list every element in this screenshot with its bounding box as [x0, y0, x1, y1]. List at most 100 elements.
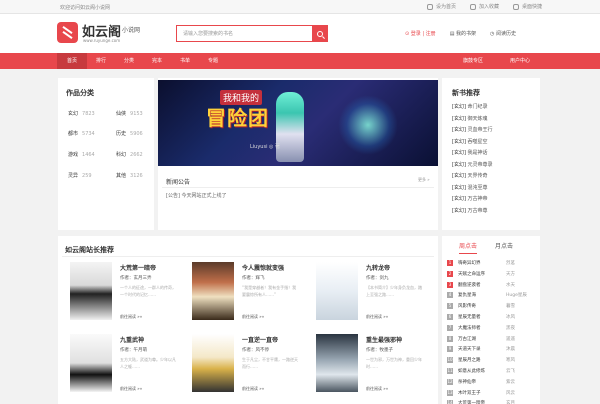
rank-book-name: 大荒第一暗帝 — [458, 401, 485, 404]
logo-icon[interactable] — [57, 22, 78, 43]
rank-book-name: 大魔法师者 — [458, 325, 481, 331]
news-more-link[interactable]: 更多 » — [418, 177, 430, 183]
new-book-item[interactable]: [玄幻] 灵血帝王行 — [452, 126, 493, 133]
book-cover-image[interactable] — [70, 262, 112, 320]
rank-author: 冰风 — [506, 315, 515, 320]
new-book-item[interactable]: [玄幻] 万古神帝 — [452, 195, 488, 202]
nav-finished[interactable]: 完本 — [143, 53, 171, 69]
featured-banner[interactable]: 我和我的 冒险团 Liuyusi ◎ 著 — [158, 80, 438, 166]
new-book-item[interactable]: [玄幻] 吞噬星空 — [452, 138, 488, 145]
nav-home[interactable]: 首页 — [57, 53, 87, 69]
book-title[interactable]: 今人震惊就变强 — [242, 263, 284, 272]
rank-book-name: 天赋之命运序 — [458, 271, 485, 277]
book-cover-image[interactable] — [192, 334, 234, 392]
book-cover-image[interactable] — [316, 334, 358, 392]
category-item[interactable]: 仙侠 9153 — [116, 110, 143, 117]
logo-subtitle: 小说网 — [122, 27, 141, 34]
rank-author: 暮雪 — [506, 304, 515, 310]
rank-author: 黑夜 — [506, 325, 515, 331]
category-item[interactable]: 玄幻 7823 — [68, 110, 95, 117]
read-button[interactable]: 前往阅读 »» — [366, 314, 388, 320]
book-cover-image[interactable] — [316, 262, 358, 320]
divider — [62, 256, 434, 257]
rank-author: 云飞 — [506, 369, 515, 374]
set-home-link[interactable]: 设为首页 — [426, 3, 456, 10]
new-book-item[interactable]: [玄幻] 我是神话 — [452, 149, 488, 156]
new-book-item[interactable]: [玄幻] 元灵帝尊录 — [452, 161, 493, 168]
tab-monthly-clicks[interactable]: 月点击 — [495, 240, 513, 254]
rank-badge: 8 — [447, 335, 453, 342]
book-title[interactable]: 九转龙帝 — [366, 263, 390, 272]
welcome-text: 欢迎访问如云阁小说网 — [60, 5, 111, 11]
read-button[interactable]: 前往阅读 »» — [120, 386, 142, 392]
new-book-item[interactable]: [玄幻] 天界传奇 — [452, 172, 488, 179]
banner-character-image — [276, 92, 304, 162]
category-item[interactable]: 科幻 2662 — [116, 151, 143, 158]
nav-ranking[interactable]: 排行 — [87, 53, 115, 69]
rank-book-name: 星辰无量者 — [458, 315, 481, 320]
nav-booklist[interactable]: 书单 — [171, 53, 199, 69]
rank-book-name: 万古江湖 — [458, 336, 476, 342]
book-description: 五方大陆，武道为尊。少年以凡人之躯…… — [120, 357, 176, 369]
desktop-shortcut-link[interactable]: 桌面快捷 — [512, 3, 542, 10]
search-icon — [317, 30, 323, 37]
rank-book-name: 木叶双王子 — [458, 390, 481, 396]
book-cover-image[interactable] — [192, 262, 234, 320]
rank-badge: 2 — [447, 270, 453, 277]
book-title[interactable]: 九重武神 — [120, 335, 144, 344]
rank-badge: 13 — [447, 389, 453, 396]
history-link[interactable]: ◷ 阅读历史 — [490, 30, 516, 37]
rank-badge: 7 — [447, 324, 453, 331]
book-description: 一世为邪，万世为神，重回少年时…… — [366, 357, 422, 369]
read-button[interactable]: 前往阅读 »» — [120, 314, 142, 320]
search-button[interactable] — [312, 25, 328, 42]
bookshelf-link[interactable]: ▤ 我的书架 — [450, 30, 476, 37]
banner-title: 冒险团 — [206, 106, 269, 130]
news-title: 新闻公告 — [166, 179, 191, 186]
rank-book-name: 天道天下录 — [458, 347, 481, 353]
book-cover-image[interactable] — [70, 334, 112, 392]
add-favorite-link[interactable]: 加入收藏 — [469, 3, 499, 10]
tab-weekly-clicks[interactable]: 周点击 — [459, 240, 478, 254]
category-item[interactable]: 灵异 259 — [68, 172, 92, 179]
book-author: 作者：辉飞 — [242, 276, 265, 281]
book-title[interactable]: 大荒第一暗帝 — [120, 263, 156, 272]
rank-author: 水天 — [506, 282, 515, 288]
rank-badge: 6 — [447, 314, 453, 320]
book-title[interactable]: 一直逆一直帝 — [242, 335, 278, 344]
nav-user-center[interactable]: 用户中心 — [500, 53, 540, 69]
rank-book-name: 如意从此修炼 — [458, 369, 485, 374]
recommend-title: 如云阁站长推荐 — [65, 246, 114, 254]
nav-special-zone[interactable]: 旗鼓专区 — [456, 53, 490, 69]
search-input[interactable]: 请输入您要搜索的书名 — [176, 25, 312, 42]
logo-url: www.ruyunge.com — [83, 38, 121, 43]
login-register-link[interactable]: ⊙ 登录 | 注册 — [405, 30, 436, 37]
ranking-tabs: 周点击 月点击 — [453, 240, 539, 254]
rank-badge: 4 — [447, 292, 453, 299]
rank-author: 沐晨 — [506, 347, 515, 353]
new-book-item[interactable]: [玄幻] 御天炼魂 — [452, 115, 488, 122]
read-button[interactable]: 前往阅读 »» — [242, 386, 264, 392]
book-description: 生于凡尘，不甘平庸，一路逆天而行…… — [242, 357, 298, 369]
new-book-item[interactable]: [玄幻] 命门纪录 — [452, 103, 488, 110]
book-description: 一个人的征途，一群人的传奇，一个时代的记忆…… — [120, 285, 176, 297]
category-item[interactable]: 历史 5906 — [116, 130, 143, 137]
banner-glow — [338, 95, 398, 155]
main-nav: 首页 排行 分类 完本 书单 专题 旗鼓专区 用户中心 — [0, 53, 600, 69]
category-item[interactable]: 其他 3126 — [116, 172, 143, 179]
category-item[interactable]: 都市 5734 — [68, 130, 95, 137]
book-author: 作者：牧墨子 — [366, 348, 393, 353]
read-button[interactable]: 前往阅读 »» — [366, 386, 388, 392]
book-description: 【本书简介】少年身负龙血，踏上至强之路…… — [366, 285, 422, 297]
new-book-item[interactable]: [玄幻] 混沌至尊 — [452, 184, 488, 191]
nav-topic[interactable]: 专题 — [199, 53, 227, 69]
read-button[interactable]: 前往阅读 »» — [242, 314, 264, 320]
news-item[interactable]: [公告] 今天网站正式上线了 — [166, 192, 227, 199]
new-book-item[interactable]: [玄幻] 万古帝尊 — [452, 207, 488, 214]
rank-author: Huge星辰 — [506, 293, 527, 299]
top-bar: 欢迎访问如云阁小说网 设为首页 加入收藏 桌面快捷 — [0, 0, 600, 14]
nav-category[interactable]: 分类 — [115, 53, 143, 69]
rank-book-name: 嗨奇异幻界 — [458, 261, 481, 266]
book-title[interactable]: 重生最强邪神 — [366, 335, 402, 344]
category-item[interactable]: 游戏 1464 — [68, 151, 95, 158]
